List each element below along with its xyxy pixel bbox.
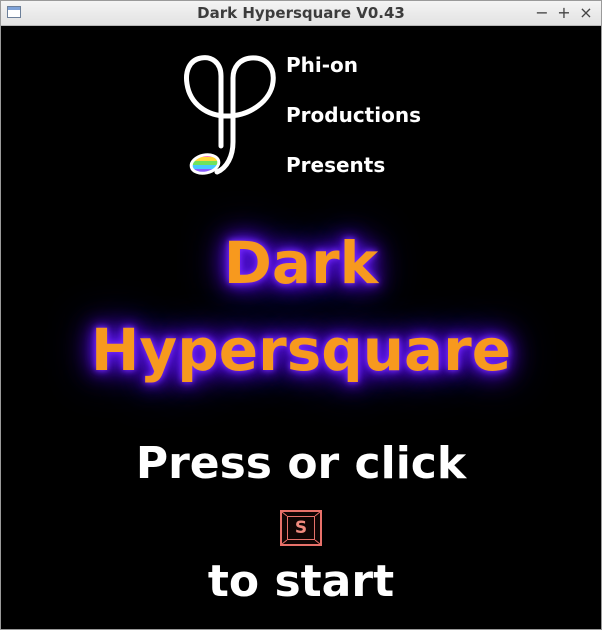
window-title: Dark Hypersquare V0.43 [197,4,405,22]
game-canvas[interactable]: Phi-on Productions Presents Dark Hypersq… [1,26,601,629]
studio-name-line-2: Productions [286,103,421,127]
close-button[interactable]: × [577,3,595,23]
game-title-line-1: Dark [223,229,379,297]
start-key-button[interactable]: S [280,510,322,546]
maximize-button[interactable]: + [555,3,573,23]
minimize-button[interactable]: − [533,3,551,23]
game-window: Dark Hypersquare V0.43 − + × Phi-on Prod… [0,0,602,630]
studio-name-line-1: Phi-on [286,53,359,77]
start-key-label: S [294,518,308,538]
game-title-line-2: Hypersquare [90,316,512,384]
start-prompt-line-1: Press or click [135,438,467,489]
studio-presents: Presents [286,153,386,177]
start-prompt-line-2: to start [207,556,395,607]
phi-on-logo-icon [184,55,276,175]
title-bar[interactable]: Dark Hypersquare V0.43 − + × [1,1,601,26]
